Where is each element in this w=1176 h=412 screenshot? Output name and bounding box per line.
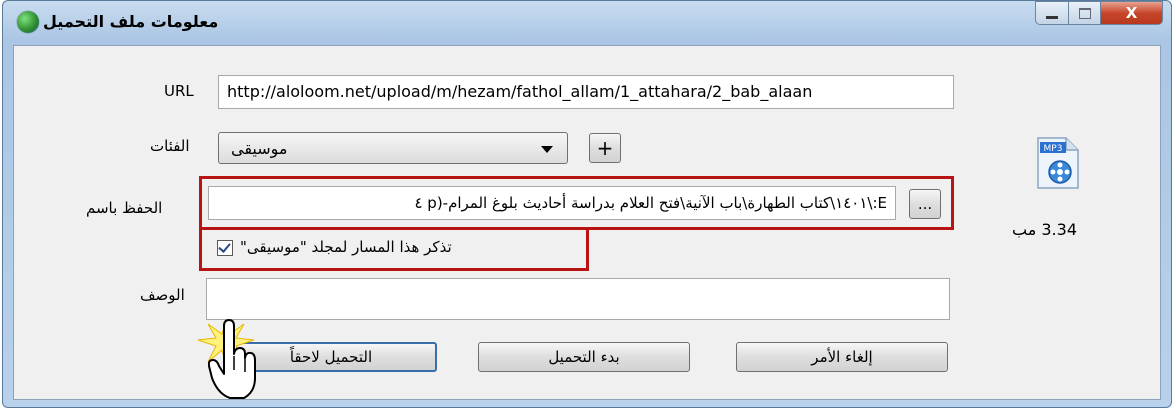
caption-buttons: X (1035, 1, 1163, 27)
category-select[interactable]: موسيقى (218, 132, 568, 164)
chevron-down-icon (541, 146, 553, 153)
save-as-path-field[interactable]: E:\١٤٠١\كتاب الطهارة\باب الآنية\فتح العل… (208, 186, 896, 220)
hand-cursor-icon (208, 319, 256, 399)
mp3-badge-text: MP3 (1044, 144, 1063, 154)
dialog-body: URL http://aloloom.net/upload/m/hezam/fa… (13, 45, 1161, 400)
window-title: معلومات ملف التحميل (43, 12, 219, 31)
description-label: الوصف (140, 286, 185, 304)
add-category-button[interactable]: + (589, 133, 621, 163)
maximize-button[interactable] (1069, 1, 1101, 25)
cancel-label: إلغاء الأمر (811, 348, 873, 366)
mp3-file-icon: MP3 (1037, 137, 1079, 189)
globe-app-icon (17, 11, 39, 33)
browse-button[interactable]: ... (909, 189, 941, 219)
browse-dots: ... (917, 195, 933, 213)
start-download-button[interactable]: بدء التحميل (478, 342, 690, 372)
description-field[interactable] (206, 278, 950, 320)
title-bar[interactable]: معلومات ملف التحميل X (3, 1, 1171, 45)
file-size: 3.34 مب (1012, 220, 1077, 239)
category-label: الفئات (150, 137, 190, 155)
checkmark-icon (218, 240, 231, 253)
remember-path-checkbox[interactable] (217, 240, 233, 256)
url-field[interactable]: http://aloloom.net/upload/m/hezam/fathol… (218, 75, 954, 109)
cancel-button[interactable]: إلغاء الأمر (736, 342, 948, 372)
plus-icon: + (596, 136, 614, 160)
maximize-icon (1078, 7, 1091, 19)
url-label: URL (164, 82, 194, 100)
download-info-window: معلومات ملف التحميل X URL http://aloloom… (2, 0, 1172, 408)
close-button[interactable]: X (1101, 1, 1163, 25)
download-later-label: التحميل لاحقاً (289, 348, 373, 366)
close-icon: X (1125, 4, 1138, 22)
minimize-button[interactable] (1035, 1, 1069, 25)
start-download-label: بدء التحميل (548, 348, 620, 366)
minimize-icon (1046, 15, 1058, 19)
category-selected-value: موسيقى (231, 139, 288, 158)
save-as-label: الحفظ باسم (86, 199, 163, 217)
remember-path-label: تذكر هذا المسار لمجلد "موسيقى" (240, 238, 452, 256)
